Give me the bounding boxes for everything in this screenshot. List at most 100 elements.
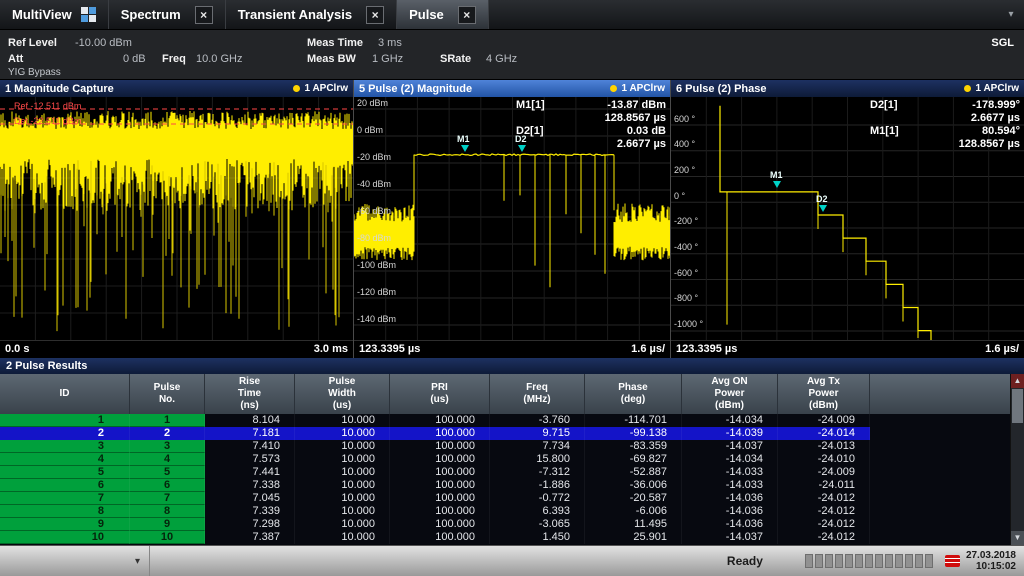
- result-row[interactable]: 227.18110.000100.0009.715-99.138-14.039-…: [0, 427, 1024, 440]
- meas-time-value[interactable]: 3 ms: [378, 37, 402, 49]
- row-filler: [870, 440, 1024, 453]
- panel-phase-header[interactable]: 6 Pulse (2) Phase 1 APClrw: [671, 80, 1024, 97]
- value-cell: 7.181: [205, 427, 295, 440]
- value-cell: 100.000: [390, 427, 490, 440]
- freq-label[interactable]: Freq: [162, 53, 186, 65]
- panel-magnitude-header[interactable]: 5 Pulse (2) Magnitude 1 APClrw: [354, 80, 670, 97]
- y-axis-label: 200 °: [674, 165, 695, 175]
- progress-segment: [865, 554, 873, 568]
- value-cell: -14.036: [682, 492, 778, 505]
- tab-spectrum[interactable]: Spectrum ×: [109, 0, 226, 29]
- scroll-up-icon[interactable]: ▲: [1011, 374, 1024, 388]
- result-row[interactable]: 557.44110.000100.000-7.312-52.887-14.033…: [0, 466, 1024, 479]
- result-row[interactable]: 447.57310.000100.00015.800-69.827-14.034…: [0, 453, 1024, 466]
- ref-level-label[interactable]: Ref Level: [8, 37, 57, 49]
- panel-magnitude-capture[interactable]: 1 Magnitude Capture 1 APClrw Ref -12.511…: [0, 80, 354, 358]
- capture-trace: [0, 97, 353, 340]
- id-cell: 8: [0, 505, 130, 518]
- value-cell: 10.000: [295, 453, 390, 466]
- panel-pulse-phase[interactable]: 6 Pulse (2) Phase 1 APClrw 600 ° 400 ° 2…: [671, 80, 1024, 358]
- tab-bar: MultiView Spectrum × Transient Analysis …: [0, 0, 1024, 30]
- marker-m1-icon[interactable]: [461, 145, 469, 152]
- table-scrollbar[interactable]: ▲ ▼: [1010, 374, 1024, 545]
- value-cell: -114.701: [585, 414, 682, 427]
- marker-d2-label[interactable]: D2: [816, 194, 828, 204]
- result-row[interactable]: 777.04510.000100.000-0.772-20.587-14.036…: [0, 492, 1024, 505]
- meas-bw-value[interactable]: 1 GHz: [372, 53, 403, 65]
- tab-pulse[interactable]: Pulse ×: [397, 0, 489, 29]
- value-cell: 7.734: [490, 440, 585, 453]
- close-icon[interactable]: ×: [195, 6, 213, 24]
- value-cell: -24.012: [778, 531, 870, 544]
- marker-d2-icon[interactable]: [819, 205, 827, 212]
- result-row[interactable]: 667.33810.000100.000-1.886-36.006-14.033…: [0, 479, 1024, 492]
- magnitude-plot[interactable]: 20 dBm 0 dBm -20 dBm -40 dBm -60 dBm -80…: [354, 97, 670, 340]
- progress-segment: [805, 554, 813, 568]
- tab-transient-analysis[interactable]: Transient Analysis ×: [226, 0, 397, 29]
- meas-time-label[interactable]: Meas Time: [307, 37, 363, 49]
- value-cell: 10.000: [295, 427, 390, 440]
- column-header[interactable]: RiseTime(ns): [205, 374, 295, 414]
- value-cell: -14.036: [682, 518, 778, 531]
- scroll-down-icon[interactable]: ▼: [1011, 531, 1024, 545]
- panel-pulse-magnitude[interactable]: 5 Pulse (2) Magnitude 1 APClrw 20 dBm 0 …: [354, 80, 671, 358]
- id-cell: 10: [0, 531, 130, 544]
- att-value[interactable]: 0 dB: [123, 53, 146, 65]
- column-header[interactable]: ID: [0, 374, 130, 414]
- column-header[interactable]: Avg ONPower(dBm): [682, 374, 778, 414]
- result-row[interactable]: 118.10410.000100.000-3.760-114.701-14.03…: [0, 414, 1024, 427]
- caret-down-icon: ▾: [135, 556, 140, 567]
- result-row[interactable]: 337.41010.000100.0007.734-83.359-14.037-…: [0, 440, 1024, 453]
- srate-label[interactable]: SRate: [440, 53, 471, 65]
- marker-d2-label[interactable]: D2: [515, 134, 527, 144]
- statusbar-dropdown[interactable]: ▾: [0, 546, 150, 576]
- capture-plot[interactable]: Ref -12.511 dBm Det -22.511 dBm: [0, 97, 353, 340]
- freq-value[interactable]: 10.0 GHz: [196, 53, 242, 65]
- value-cell: 100.000: [390, 414, 490, 427]
- meas-bw-label[interactable]: Meas BW: [307, 53, 356, 65]
- result-row[interactable]: 997.29810.000100.000-3.06511.495-14.036-…: [0, 518, 1024, 531]
- marker-m1-label[interactable]: M1: [457, 134, 470, 144]
- y-axis-label: -140 dBm: [357, 314, 396, 324]
- value-cell: -24.012: [778, 518, 870, 531]
- value-cell: 8.104: [205, 414, 295, 427]
- value-cell: -3.760: [490, 414, 585, 427]
- date-label: 27.03.2018: [966, 550, 1016, 561]
- tabbar-dropdown-icon[interactable]: ▾: [998, 0, 1024, 29]
- result-row[interactable]: 10107.38710.000100.0001.45025.901-14.037…: [0, 531, 1024, 544]
- column-header[interactable]: Freq(MHz): [490, 374, 585, 414]
- value-cell: 7.573: [205, 453, 295, 466]
- tab-multiview[interactable]: MultiView: [0, 0, 109, 29]
- column-header[interactable]: Avg TxPower(dBm): [778, 374, 870, 414]
- value-cell: 10.000: [295, 466, 390, 479]
- id-cell: 5: [0, 466, 130, 479]
- column-header[interactable]: PulseNo.: [130, 374, 205, 414]
- close-icon[interactable]: ×: [366, 6, 384, 24]
- results-title[interactable]: 2 Pulse Results: [0, 358, 1024, 374]
- close-icon[interactable]: ×: [458, 6, 476, 24]
- yig-bypass-label: YIG Bypass: [8, 67, 61, 78]
- column-header[interactable]: Phase(deg): [585, 374, 682, 414]
- trace-dot-icon: [293, 85, 300, 92]
- ref-level-value[interactable]: -10.00 dBm: [75, 37, 132, 49]
- value-cell: 11.495: [585, 518, 682, 531]
- panel-title: 1 Magnitude Capture: [5, 83, 114, 95]
- marker-m1-label[interactable]: M1: [770, 170, 783, 180]
- scrollbar-track[interactable]: [1011, 424, 1024, 531]
- progress-segment: [845, 554, 853, 568]
- panel-capture-header[interactable]: 1 Magnitude Capture 1 APClrw: [0, 80, 353, 97]
- value-cell: -24.011: [778, 479, 870, 492]
- result-row[interactable]: 887.33910.000100.0006.393-6.006-14.036-2…: [0, 505, 1024, 518]
- phase-plot[interactable]: 600 ° 400 ° 200 ° 0 ° -200 ° -400 ° -600…: [671, 97, 1024, 340]
- att-label[interactable]: Att: [8, 53, 23, 65]
- srate-value[interactable]: 4 GHz: [486, 53, 517, 65]
- trace-badge: 1 APClrw: [610, 83, 665, 94]
- scrollbar-thumb[interactable]: [1012, 389, 1023, 423]
- marker-m1-icon[interactable]: [773, 181, 781, 188]
- id-cell: 5: [130, 466, 205, 479]
- column-header[interactable]: PulseWidth(us): [295, 374, 390, 414]
- value-cell: 10.000: [295, 479, 390, 492]
- value-cell: 10.000: [295, 518, 390, 531]
- column-header[interactable]: PRI(us): [390, 374, 490, 414]
- marker-d2-icon[interactable]: [518, 145, 526, 152]
